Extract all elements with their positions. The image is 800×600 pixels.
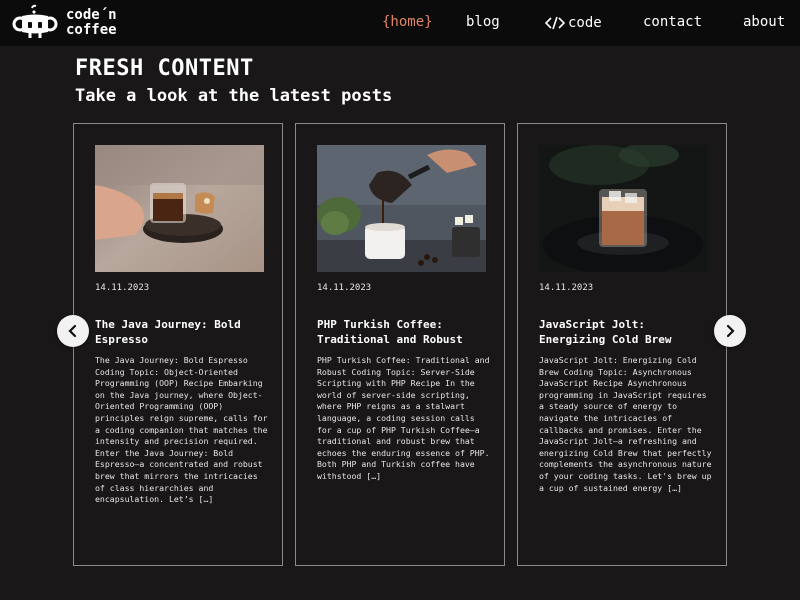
nav-blog[interactable]: blog <box>466 14 500 32</box>
cold-brew-photo[interactable] <box>539 145 708 272</box>
turkish-coffee-photo[interactable] <box>317 145 486 272</box>
espresso-photo[interactable] <box>95 145 264 272</box>
post-card[interactable]: 14.11.2023 PHP Turkish Coffee: Tradition… <box>295 123 505 566</box>
site-logo[interactable]: code´n coffee <box>12 4 122 42</box>
post-title[interactable]: The Java Journey: Bold Espresso <box>95 317 270 347</box>
post-card[interactable]: 14.11.2023 JavaScript Jolt: Energizing C… <box>517 123 727 566</box>
post-date: 14.11.2023 <box>317 283 372 293</box>
nav-code-label: code <box>568 15 602 31</box>
coffee-cup-logo-icon <box>12 4 58 38</box>
carousel-next-button[interactable] <box>714 315 746 347</box>
post-excerpt: The Java Journey: Bold Espresso Coding T… <box>95 355 268 505</box>
chevron-left-icon <box>68 324 77 338</box>
post-excerpt: PHP Turkish Coffee: Traditional and Robu… <box>317 355 490 481</box>
nav-code[interactable]: code <box>545 14 602 32</box>
post-title[interactable]: PHP Turkish Coffee: Traditional and Robu… <box>317 317 492 347</box>
logo-line2: coffee <box>66 22 117 38</box>
nav-home[interactable]: {home} <box>382 14 433 32</box>
section-subtitle: Take a look at the latest posts <box>75 86 393 106</box>
section-title: FRESH CONTENT <box>75 56 254 81</box>
nav-contact[interactable]: contact <box>643 14 702 32</box>
top-navigation-bar: code´n coffee {home} blog code contact a… <box>0 0 800 46</box>
code-brackets-icon <box>545 16 565 30</box>
post-card[interactable]: 14.11.2023 The Java Journey: Bold Espres… <box>73 123 283 566</box>
nav-about[interactable]: about <box>743 14 785 32</box>
logo-line1: code´n <box>66 7 117 23</box>
post-date: 14.11.2023 <box>539 283 594 293</box>
post-title[interactable]: JavaScript Jolt: Energizing Cold Brew <box>539 317 714 347</box>
chevron-right-icon <box>726 324 735 338</box>
carousel-prev-button[interactable] <box>57 315 89 347</box>
logo-text: code´n coffee <box>66 8 117 38</box>
post-date: 14.11.2023 <box>95 283 150 293</box>
post-excerpt: JavaScript Jolt: Energizing Cold Brew Co… <box>539 355 712 493</box>
